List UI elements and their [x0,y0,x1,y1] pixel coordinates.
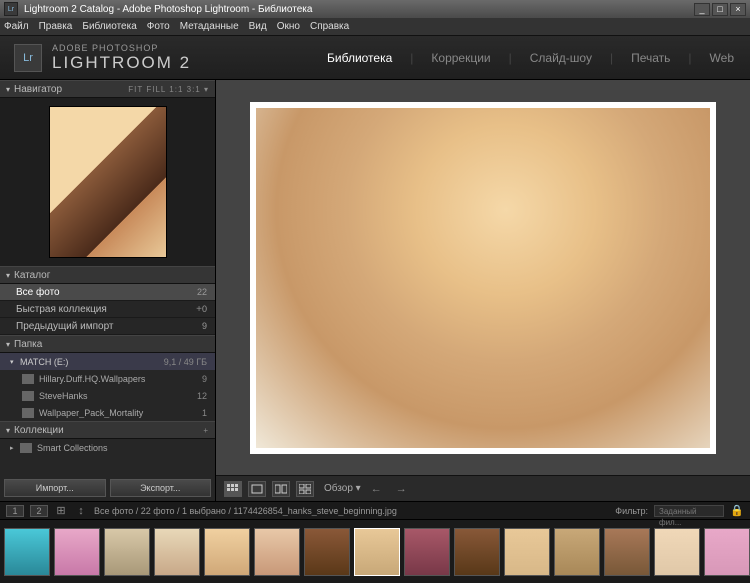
export-button[interactable]: Экспорт... [110,479,212,497]
statusbar: 1 2 ⊞ ↕ Все фото / 22 фото / 1 выбрано /… [0,501,750,519]
navigator-zoom-options[interactable]: FIT FILL 1:1 3:1 ▾ [128,85,209,94]
view-toolbar: Обзор ▾ ← → [216,475,750,501]
collections-add-icon[interactable]: + [203,426,209,435]
catalog-row[interactable]: Все фото22 [0,284,215,301]
folders-title: Папка [14,339,209,350]
folder-row[interactable]: Wallpaper_Pack_Mortality1 [0,404,215,421]
compare-view-button[interactable] [272,481,290,497]
collapse-icon: ▾ [6,271,10,280]
grid-size-icon[interactable]: ⊞ [54,505,68,517]
folder-row[interactable]: Hillary.Duff.HQ.Wallpapers9 [0,370,215,387]
folders-header[interactable]: ▾ Папка [0,335,215,353]
prev-photo-button[interactable]: ← [367,483,386,495]
filmstrip[interactable] [0,519,750,583]
menu-правка[interactable]: Правка [39,21,73,32]
import-button[interactable]: Импорт... [4,479,106,497]
catalog-row[interactable]: Быстрая коллекция+0 [0,301,215,318]
thumbnail[interactable] [204,528,250,576]
thumbnail[interactable] [4,528,50,576]
folder-icon [20,443,32,453]
breadcrumb-path: Все фото / 22 фото / 1 выбрано / 1174426… [94,506,609,516]
left-panel: ▾ Навигатор FIT FILL 1:1 3:1 ▾ ▾ Каталог… [0,80,216,501]
module-nav: Библиотека|Коррекции|Слайд-шоу|Печать|We… [325,51,736,65]
lr-logo-icon: Lr [14,44,42,72]
navigator-preview[interactable] [0,98,215,266]
folder-row[interactable]: SteveHanks12 [0,387,215,404]
thumbnail[interactable] [454,528,500,576]
collection-row[interactable]: ▸ Smart Collections [0,439,215,456]
menu-метаданные[interactable]: Метаданные [180,21,239,32]
menu-окно[interactable]: Окно [277,21,300,32]
main-photo [250,102,716,454]
menu-файл[interactable]: Файл [4,21,29,32]
drive-row[interactable]: ▾ MATCH (E:) 9,1 / 49 ГБ [0,353,215,370]
folder-icon [22,374,34,384]
titlebar: Lr Lightroom 2 Catalog - Adobe Photoshop… [0,0,750,18]
expand-icon: ▾ [10,358,20,366]
catalog-header[interactable]: ▾ Каталог [0,266,215,284]
module-web[interactable]: Web [708,51,736,65]
menu-библиотека[interactable]: Библиотека [82,21,136,32]
collapse-icon: ▾ [6,85,10,94]
canvas[interactable] [216,80,750,475]
window-title: Lightroom 2 Catalog - Adobe Photoshop Li… [24,4,692,15]
catalog-row[interactable]: Предыдущий импорт9 [0,318,215,335]
folder-icon [22,391,34,401]
survey-view-button[interactable] [296,481,314,497]
collection-label: Smart Collections [37,443,207,453]
expand-icon: ▸ [10,444,20,452]
thumbnail[interactable] [554,528,600,576]
app-icon: Lr [4,2,18,16]
next-photo-button[interactable]: → [392,483,411,495]
navigator-header[interactable]: ▾ Навигатор FIT FILL 1:1 3:1 ▾ [0,80,215,98]
drive-label: MATCH (E:) [20,357,164,367]
thumbnail[interactable] [654,528,700,576]
thumbnail[interactable] [254,528,300,576]
menu-вид[interactable]: Вид [249,21,267,32]
maximize-button[interactable]: □ [712,3,728,16]
loupe-view-button[interactable] [248,481,266,497]
collections-title: Коллекции [14,425,203,436]
overview-dropdown[interactable]: Обзор ▾ [324,483,361,494]
module-коррекции[interactable]: Коррекции [429,51,492,65]
header: Lr ADOBE PHOTOSHOP LIGHTROOM 2 Библиотек… [0,36,750,80]
minimize-button[interactable]: _ [694,3,710,16]
module-печать[interactable]: Печать [629,51,672,65]
brand-small: ADOBE PHOTOSHOP [52,43,191,53]
thumbnail[interactable] [404,528,450,576]
thumbnail[interactable] [104,528,150,576]
menubar: Файл Правка Библиотека Фото Метаданные Вид Окн… [0,18,750,36]
page-1-button[interactable]: 1 [6,505,24,517]
thumbnail[interactable] [704,528,750,576]
thumbnail[interactable] [604,528,650,576]
thumbnail[interactable] [54,528,100,576]
thumbnail[interactable] [304,528,350,576]
thumbnail[interactable] [504,528,550,576]
filter-dropdown[interactable]: Заданный фил... [654,505,724,517]
thumbnail[interactable] [154,528,200,576]
collapse-icon: ▾ [6,340,10,349]
drive-stats: 9,1 / 49 ГБ [164,357,207,367]
brand: ADOBE PHOTOSHOP LIGHTROOM 2 [52,43,191,73]
filter-label: Фильтр: [615,506,648,516]
module-библиотека[interactable]: Библиотека [325,51,394,65]
catalog-title: Каталог [14,270,209,281]
close-button[interactable]: × [730,3,746,16]
page-2-button[interactable]: 2 [30,505,48,517]
filter-lock-icon[interactable]: 🔒 [730,505,744,517]
brand-big: LIGHTROOM 2 [52,53,191,73]
viewer: Обзор ▾ ← → [216,80,750,501]
collections-header[interactable]: ▾ Коллекции + [0,421,215,439]
grid-view-button[interactable] [224,481,242,497]
collapse-icon: ▾ [6,426,10,435]
sort-icon[interactable]: ↕ [74,505,88,517]
menu-фото[interactable]: Фото [147,21,170,32]
module-слайд-шоу[interactable]: Слайд-шоу [528,51,594,65]
navigator-title: Навигатор [14,84,128,95]
menu-справка[interactable]: Справка [310,21,349,32]
folder-icon [22,408,34,418]
thumbnail[interactable] [354,528,400,576]
